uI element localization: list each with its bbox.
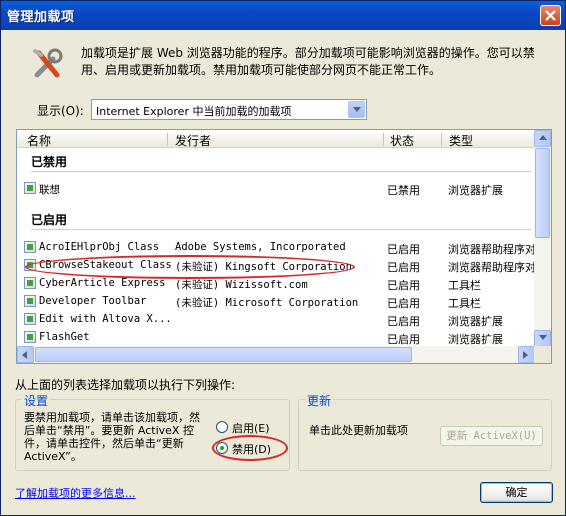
addon-publisher: Adobe Systems, Incorporated [175, 241, 346, 253]
addon-type: 工具栏 [448, 279, 481, 292]
addon-icon [24, 182, 36, 194]
column-type[interactable]: 类型 [449, 132, 473, 149]
addon-name: Developer Toolbar [39, 295, 147, 307]
list-body: 已禁用 联想 已禁用 浏览器扩展 已启用 AcroIEHlprObj Class… [17, 149, 535, 347]
addon-publisher: (未验证) Wizissoft.com [175, 279, 308, 291]
addon-publisher: (未验证) Microsoft Corporation [175, 297, 359, 309]
scroll-up-button[interactable] [534, 130, 551, 147]
chevron-up-icon [539, 135, 547, 140]
addon-icon [24, 331, 36, 343]
column-divider[interactable] [441, 133, 442, 146]
close-icon [545, 10, 556, 21]
dropdown-button[interactable] [348, 101, 365, 118]
addon-icon [24, 241, 36, 253]
show-dropdown[interactable]: Internet Explorer 中当前加载的加载项 [91, 99, 367, 120]
addons-list[interactable]: 名称 发行者 状态 类型 已禁用 联想 已禁用 浏览器扩展 已启用 AcroIE… [16, 129, 552, 364]
chevron-down-icon [353, 107, 361, 112]
column-divider[interactable] [167, 133, 168, 146]
addon-name: CyberArticle Express [39, 277, 166, 289]
group-title-enabled: 已启用 [31, 213, 68, 227]
addon-type: 浏览器帮助程序对 [448, 243, 535, 256]
addon-icon [24, 295, 36, 307]
window-title: 管理加载项 [7, 10, 75, 25]
header-description: 加载项是扩展 Web 浏览器功能的程序。部分加载项可能影响浏览器的操作。您可以禁… [81, 46, 535, 77]
column-status[interactable]: 状态 [390, 132, 414, 149]
list-item[interactable]: FlashGet 已启用 浏览器扩展 [17, 329, 535, 347]
horizontal-scrollbar[interactable] [17, 346, 535, 363]
addon-type: 浏览器扩展 [448, 315, 503, 328]
addon-status: 已启用 [387, 297, 420, 310]
vertical-scrollbar[interactable] [534, 130, 551, 347]
addon-status: 已启用 [387, 261, 420, 274]
group-title-disabled: 已禁用 [31, 155, 68, 169]
show-label: 显示(O): [37, 104, 84, 118]
addon-name: FlashGet [39, 331, 90, 343]
addon-status: 已启用 [387, 279, 420, 292]
list-item[interactable]: Edit with Altova X... 已启用 浏览器扩展 [17, 311, 535, 329]
addon-status: 已禁用 [387, 184, 420, 197]
addon-type: 浏览器帮助程序对 [448, 261, 535, 274]
group-divider [31, 229, 531, 230]
annotation-ring-disable [212, 435, 288, 461]
enable-radio-label[interactable]: 启用(E) [232, 420, 270, 436]
show-dropdown-value: Internet Explorer 中当前加载的加载项 [96, 105, 292, 118]
title-bar[interactable]: 管理加载项 [1, 1, 565, 30]
settings-group-title: 设置 [22, 392, 51, 409]
radio-icon[interactable] [216, 421, 228, 433]
scrollbar-corner [534, 346, 551, 363]
addon-status: 已启用 [387, 315, 420, 328]
column-name[interactable]: 名称 [27, 132, 51, 149]
manage-addons-window: 管理加载项 加载项是扩展 Web 浏览器功能的程序。部分加载项可能影响浏览器的操… [0, 0, 566, 516]
chevron-down-icon [539, 335, 547, 340]
addon-type: 浏览器扩展 [448, 333, 503, 346]
update-activex-button[interactable]: 更新 ActiveX(U) [440, 426, 543, 446]
group-divider [31, 171, 531, 172]
addon-name: 联想 [39, 184, 60, 196]
close-button[interactable] [540, 5, 561, 26]
scroll-down-button[interactable] [534, 330, 551, 347]
scroll-left-button[interactable] [17, 346, 34, 363]
chevron-left-icon [22, 351, 27, 359]
actions-label: 从上面的列表选择加载项以执行下列操作: [15, 378, 236, 392]
learn-more-link[interactable]: 了解加载项的更多信息... [15, 485, 136, 501]
list-item[interactable]: 联想 已禁用 浏览器扩展 [17, 180, 535, 198]
chevron-right-icon [523, 351, 528, 359]
addon-type: 工具栏 [448, 297, 481, 310]
addons-tools-icon [33, 48, 63, 78]
addon-status: 已启用 [387, 243, 420, 256]
list-header: 名称 发行者 状态 类型 [17, 130, 535, 148]
vertical-scroll-thumb[interactable] [535, 148, 550, 238]
settings-description: 要禁用加载项，请单击该加载项，然后单击“禁用”。要更新 ActiveX 控件，请… [24, 411, 200, 463]
addon-type: 浏览器扩展 [448, 184, 503, 197]
list-item[interactable]: Developer Toolbar (未验证) Microsoft Corpor… [17, 293, 535, 311]
addon-status: 已启用 [387, 333, 420, 346]
update-description: 单击此处更新加载项 [309, 424, 408, 437]
addon-icon [24, 277, 36, 289]
update-group: 更新 单击此处更新加载项 更新 ActiveX(U) [298, 392, 552, 471]
column-divider[interactable] [383, 133, 384, 146]
horizontal-scroll-thumb[interactable] [35, 347, 412, 362]
settings-group: 设置 要禁用加载项，请单击该加载项，然后单击“禁用”。要更新 ActiveX 控… [15, 392, 290, 471]
update-group-title: 更新 [305, 392, 334, 409]
list-item[interactable]: CyberArticle Express (未验证) Wizissoft.com… [17, 275, 535, 293]
ok-button[interactable]: 确定 [480, 482, 553, 503]
list-item[interactable]: AcroIEHlprObj Class Adobe Systems, Incor… [17, 239, 535, 257]
column-publisher[interactable]: 发行者 [175, 132, 211, 149]
addon-name: AcroIEHlprObj Class [39, 241, 160, 253]
addon-name: Edit with Altova X... [39, 313, 172, 325]
scroll-right-button[interactable] [518, 346, 535, 363]
addon-icon [24, 313, 36, 325]
annotation-ring-row [25, 255, 355, 279]
